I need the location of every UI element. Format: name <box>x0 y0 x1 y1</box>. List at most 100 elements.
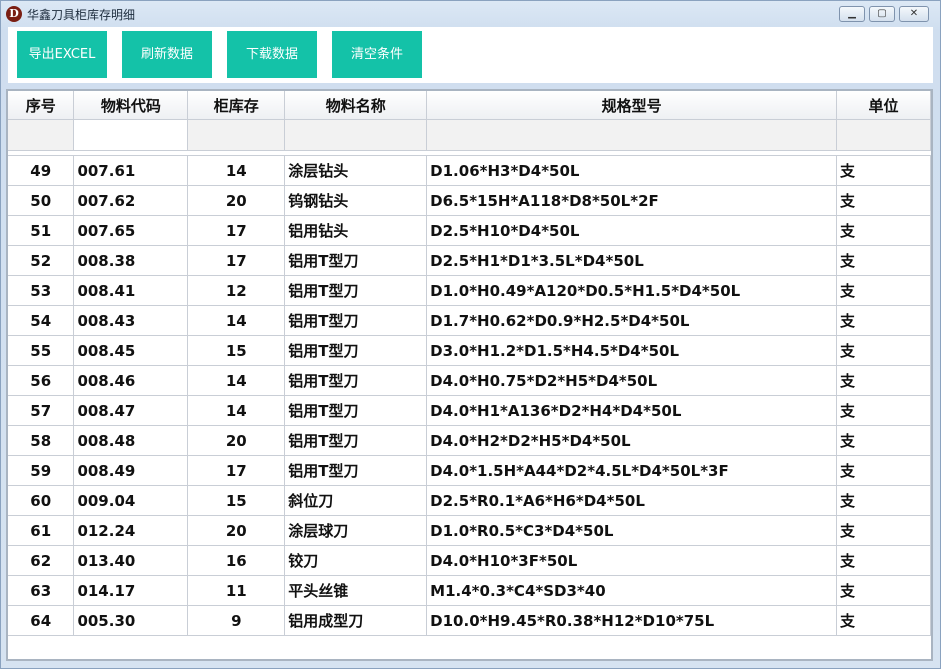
spec-cell[interactable]: D10.0*H9.45*R0.38*H12*D10*75L <box>426 605 838 636</box>
stock-cell[interactable]: 17 <box>187 245 286 276</box>
unit-cell[interactable]: 支 <box>836 365 931 396</box>
filter-material-code-input[interactable] <box>73 119 189 151</box>
material-code-cell[interactable]: 014.17 <box>73 575 189 606</box>
stock-cell[interactable]: 20 <box>187 515 286 546</box>
table-row[interactable]: 54 008.43 14 铝用T型刀 D1.7*H0.62*D0.9*H2.5*D4*5… <box>8 305 931 336</box>
unit-cell[interactable]: 支 <box>836 245 931 276</box>
table-row[interactable]: 61 012.24 20 涂层球刀 D1.0*R0.5*C3*D4*50L 支 <box>8 515 931 546</box>
unit-cell[interactable]: 支 <box>836 185 931 216</box>
spec-cell[interactable]: D1.7*H0.62*D0.9*H2.5*D4*50L <box>426 305 838 336</box>
unit-cell[interactable]: 支 <box>836 275 931 306</box>
title-bar[interactable]: D 华鑫刀具柜库存明细 ▁ ▢ ✕ <box>1 1 940 27</box>
stock-cell[interactable]: 15 <box>187 335 286 366</box>
material-name-cell[interactable]: 铝用钻头 <box>284 215 428 246</box>
spec-cell[interactable]: D4.0*H2*D2*H5*D4*50L <box>426 425 838 456</box>
close-button[interactable]: ✕ <box>899 6 929 22</box>
material-code-cell[interactable]: 013.40 <box>73 545 189 576</box>
stock-cell[interactable]: 12 <box>187 275 286 306</box>
index-cell[interactable]: 55 <box>8 335 75 366</box>
index-cell[interactable]: 54 <box>8 305 75 336</box>
spec-cell[interactable]: D2.5*H1*D1*3.5L*D4*50L <box>426 245 838 276</box>
clear-filters-button[interactable]: 清空条件 <box>332 31 422 78</box>
material-name-cell[interactable]: 铝用T型刀 <box>284 245 428 276</box>
unit-cell[interactable]: 支 <box>836 455 931 486</box>
stock-cell[interactable]: 14 <box>187 395 286 426</box>
filter-cabinet-stock-input[interactable] <box>187 119 286 151</box>
header-spec-model[interactable]: 规格型号 <box>426 91 838 120</box>
table-row[interactable]: 58 008.48 20 铝用T型刀 D4.0*H2*D2*H5*D4*50L 支 <box>8 425 931 456</box>
spec-cell[interactable]: D3.0*H1.2*D1.5*H4.5*D4*50L <box>426 335 838 366</box>
table-row[interactable]: 59 008.49 17 铝用T型刀 D4.0*1.5H*A44*D2*4.5L*D4*… <box>8 455 931 486</box>
material-name-cell[interactable]: 平头丝锥 <box>284 575 428 606</box>
unit-cell[interactable]: 支 <box>836 155 931 186</box>
spec-cell[interactable]: D1.0*R0.5*C3*D4*50L <box>426 515 838 546</box>
stock-cell[interactable]: 14 <box>187 155 286 186</box>
material-code-cell[interactable]: 007.62 <box>73 185 189 216</box>
table-row[interactable]: 52 008.38 17 铝用T型刀 D2.5*H1*D1*3.5L*D4*50L 支 <box>8 245 931 276</box>
spec-cell[interactable]: D1.06*H3*D4*50L <box>426 155 838 186</box>
table-row[interactable]: 55 008.45 15 铝用T型刀 D3.0*H1.2*D1.5*H4.5*D4*50… <box>8 335 931 366</box>
material-name-cell[interactable]: 铝用T型刀 <box>284 455 428 486</box>
stock-cell[interactable]: 14 <box>187 365 286 396</box>
index-cell[interactable]: 49 <box>8 155 75 186</box>
index-cell[interactable]: 57 <box>8 395 75 426</box>
material-code-cell[interactable]: 008.47 <box>73 395 189 426</box>
header-cabinet-stock[interactable]: 柜库存 <box>187 91 286 120</box>
material-code-cell[interactable]: 008.49 <box>73 455 189 486</box>
material-name-cell[interactable]: 涂层球刀 <box>284 515 428 546</box>
material-code-cell[interactable]: 007.65 <box>73 215 189 246</box>
table-row[interactable]: 57 008.47 14 铝用T型刀 D4.0*H1*A136*D2*H4*D4*50L… <box>8 395 931 426</box>
spec-cell[interactable]: D4.0*H0.75*D2*H5*D4*50L <box>426 365 838 396</box>
inventory-grid[interactable]: 序号 物料代码 柜库存 物料名称 规格型号 单位 49 007.61 14 涂层… <box>6 89 933 661</box>
header-unit[interactable]: 单位 <box>836 91 931 120</box>
material-code-cell[interactable]: 007.61 <box>73 155 189 186</box>
index-cell[interactable]: 59 <box>8 455 75 486</box>
unit-cell[interactable]: 支 <box>836 215 931 246</box>
table-row[interactable]: 63 014.17 11 平头丝锥 M1.4*0.3*C4*SD3*40 支 <box>8 575 931 606</box>
spec-cell[interactable]: M1.4*0.3*C4*SD3*40 <box>426 575 838 606</box>
stock-cell[interactable]: 9 <box>187 605 286 636</box>
table-row[interactable]: 49 007.61 14 涂层钻头 D1.06*H3*D4*50L 支 <box>8 155 931 186</box>
material-name-cell[interactable]: 铝用T型刀 <box>284 365 428 396</box>
material-code-cell[interactable]: 005.30 <box>73 605 189 636</box>
material-name-cell[interactable]: 铝用成型刀 <box>284 605 428 636</box>
index-cell[interactable]: 63 <box>8 575 75 606</box>
filter-unit-input[interactable] <box>836 119 931 151</box>
index-cell[interactable]: 58 <box>8 425 75 456</box>
minimize-button[interactable]: ▁ <box>839 6 865 22</box>
maximize-button[interactable]: ▢ <box>869 6 895 22</box>
table-row[interactable]: 53 008.41 12 铝用T型刀 D1.0*H0.49*A120*D0.5*H1.5… <box>8 275 931 306</box>
material-code-cell[interactable]: 008.38 <box>73 245 189 276</box>
material-code-cell[interactable]: 012.24 <box>73 515 189 546</box>
material-name-cell[interactable]: 铝用T型刀 <box>284 275 428 306</box>
material-code-cell[interactable]: 008.48 <box>73 425 189 456</box>
table-row[interactable]: 60 009.04 15 斜位刀 D2.5*R0.1*A6*H6*D4*50L 支 <box>8 485 931 516</box>
unit-cell[interactable]: 支 <box>836 305 931 336</box>
unit-cell[interactable]: 支 <box>836 335 931 366</box>
index-cell[interactable]: 62 <box>8 545 75 576</box>
filter-material-name-input[interactable] <box>284 119 428 151</box>
spec-cell[interactable]: D2.5*H10*D4*50L <box>426 215 838 246</box>
spec-cell[interactable]: D4.0*H10*3F*50L <box>426 545 838 576</box>
index-cell[interactable]: 52 <box>8 245 75 276</box>
index-cell[interactable]: 60 <box>8 485 75 516</box>
index-cell[interactable]: 53 <box>8 275 75 306</box>
stock-cell[interactable]: 15 <box>187 485 286 516</box>
header-material-name[interactable]: 物料名称 <box>284 91 428 120</box>
material-name-cell[interactable]: 涂层钻头 <box>284 155 428 186</box>
unit-cell[interactable]: 支 <box>836 545 931 576</box>
unit-cell[interactable]: 支 <box>836 605 931 636</box>
unit-cell[interactable]: 支 <box>836 425 931 456</box>
header-material-code[interactable]: 物料代码 <box>73 91 189 120</box>
index-cell[interactable]: 56 <box>8 365 75 396</box>
stock-cell[interactable]: 17 <box>187 455 286 486</box>
table-row[interactable]: 64 005.30 9 铝用成型刀 D10.0*H9.45*R0.38*H12*D10*… <box>8 605 931 636</box>
stock-cell[interactable]: 20 <box>187 185 286 216</box>
stock-cell[interactable]: 16 <box>187 545 286 576</box>
unit-cell[interactable]: 支 <box>836 395 931 426</box>
spec-cell[interactable]: D6.5*15H*A118*D8*50L*2F <box>426 185 838 216</box>
unit-cell[interactable]: 支 <box>836 485 931 516</box>
material-name-cell[interactable]: 铝用T型刀 <box>284 395 428 426</box>
download-data-button[interactable]: 下载数据 <box>227 31 317 78</box>
refresh-data-button[interactable]: 刷新数据 <box>122 31 212 78</box>
